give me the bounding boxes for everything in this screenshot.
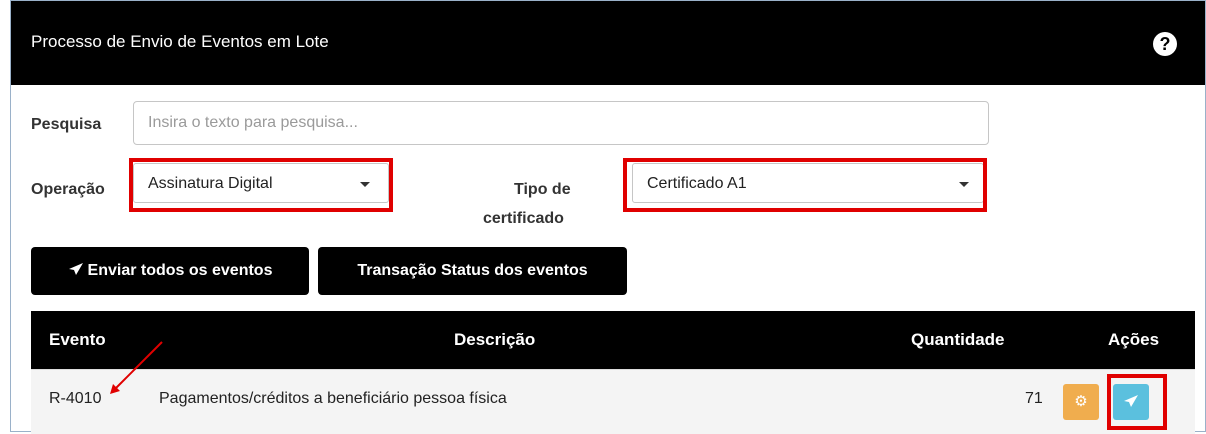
table-header: Evento Descrição Quantidade Ações	[31, 311, 1195, 369]
tipo-certificado-highlight	[623, 158, 987, 212]
send-all-events-button[interactable]: Enviar todos os eventos	[31, 247, 309, 295]
transaction-status-label: Transação Status dos eventos	[357, 262, 588, 279]
operacao-label: Operação	[31, 181, 105, 198]
help-icon[interactable]: ?	[1153, 32, 1177, 56]
gear-icon: ⚙	[1074, 393, 1088, 410]
panel-header: Processo de Envio de Eventos em Lote ?	[11, 1, 1205, 85]
annotation-arrow	[110, 341, 163, 394]
settings-button[interactable]: ⚙	[1063, 384, 1099, 420]
cell-evento: R-4010	[49, 390, 102, 407]
paper-plane-icon	[68, 263, 83, 275]
table-row: R-4010 Pagamentos/créditos a beneficiári…	[31, 369, 1195, 434]
transaction-status-button[interactable]: Transação Status dos eventos	[318, 247, 627, 295]
col-descricao: Descrição	[454, 330, 536, 349]
tipo-certificado-label-2: certificado	[483, 210, 564, 227]
page-title: Processo de Envio de Eventos em Lote	[31, 32, 329, 51]
cell-descricao: Pagamentos/créditos a beneficiário pesso…	[159, 390, 507, 407]
send-all-events-label: Enviar todos os eventos	[87, 262, 273, 279]
col-acoes: Ações	[1108, 330, 1160, 349]
tipo-certificado-label-1: Tipo de	[514, 181, 571, 198]
operacao-highlight	[129, 158, 393, 212]
cell-quantidade: 71	[1025, 390, 1043, 407]
send-event-highlight	[1107, 374, 1167, 430]
col-quantidade: Quantidade	[911, 330, 1005, 349]
col-evento: Evento	[49, 330, 106, 349]
search-label: Pesquisa	[31, 116, 102, 133]
batch-events-panel: Processo de Envio de Eventos em Lote ? P…	[10, 0, 1206, 434]
search-input[interactable]	[133, 101, 989, 145]
